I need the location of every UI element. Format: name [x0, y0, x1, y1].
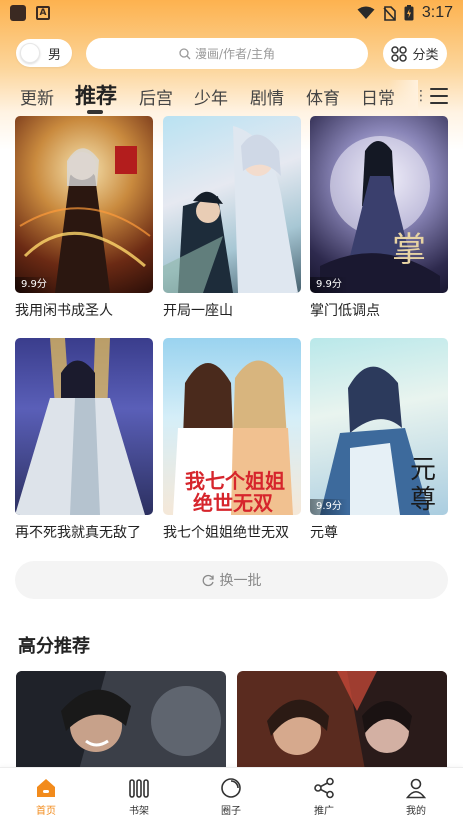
search-placeholder: 漫画/作者/主角 — [194, 47, 276, 61]
bookshelf-icon — [129, 779, 149, 798]
category-tabs: 更新 推荐 后宫 少年 剧情 体育 日常 ⋮ — [0, 80, 463, 116]
featured-comic-cover[interactable] — [237, 671, 447, 781]
comic-title: 再不死我就真无敌了 — [15, 525, 141, 541]
tab-sports[interactable]: 体育 — [306, 84, 340, 109]
header-row: 男 漫画/作者/主角 分类 — [0, 38, 463, 70]
search-input[interactable]: 漫画/作者/主角 — [86, 38, 368, 69]
comic-title: 我七个姐姐绝世无双 — [163, 525, 289, 541]
status-bar: A 3:17 — [0, 0, 463, 26]
no-sim-icon — [383, 5, 396, 21]
app-notification-icon — [10, 5, 26, 21]
score-badge: 9.9分 — [310, 277, 348, 293]
app-a-icon: A — [36, 6, 50, 20]
comic-card[interactable]: 再不死我就真无敌了 — [15, 338, 153, 542]
nav-home[interactable]: 首页 — [16, 777, 76, 817]
circle-icon — [221, 778, 241, 798]
cover-art-icon — [16, 671, 226, 781]
comic-cover — [163, 116, 301, 293]
nav-circle[interactable]: 圈子 — [201, 777, 261, 817]
comic-title: 元尊 — [310, 525, 338, 541]
active-tab-indicator — [87, 110, 103, 114]
comic-card[interactable]: 元 尊 9.9分 元尊 — [310, 338, 448, 542]
comic-cover — [15, 338, 153, 515]
refresh-batch-button[interactable]: 换一批 — [15, 561, 448, 599]
cover-art-icon — [163, 126, 298, 293]
score-badge: 9.9分 — [15, 277, 53, 293]
nav-label: 书架 — [129, 806, 149, 817]
comic-card[interactable]: 9.9分 我用闲书成圣人 — [15, 116, 153, 320]
refresh-icon — [202, 574, 214, 586]
svg-text:元: 元 — [410, 455, 436, 485]
category-label: 分类 — [412, 48, 439, 63]
comic-cover: 我七个姐姐 绝世无双 — [163, 338, 301, 515]
comic-card[interactable]: 开局一座山 — [163, 116, 301, 320]
bottom-navigation: 首页 书架 圈子 推广 我的 — [0, 767, 463, 824]
comic-card[interactable]: 我七个姐姐 绝世无双 我七个姐姐绝世无双 — [163, 338, 301, 542]
gender-toggle[interactable]: 男 — [16, 39, 72, 67]
svg-text:掌: 掌 — [392, 230, 426, 270]
nav-share[interactable]: 推广 — [294, 777, 354, 817]
battery-charging-icon — [404, 5, 414, 21]
comic-title: 我用闲书成圣人 — [15, 303, 113, 319]
toggle-knob — [20, 43, 40, 63]
nav-label: 我的 — [406, 806, 426, 817]
featured-comic-cover[interactable] — [16, 671, 226, 781]
nav-bookshelf[interactable]: 书架 — [109, 777, 169, 817]
cover-art-icon — [237, 671, 447, 781]
cover-art-icon — [15, 338, 145, 515]
category-button[interactable]: 分类 — [383, 38, 447, 69]
share-icon — [314, 777, 334, 799]
nav-label: 圈子 — [221, 806, 241, 817]
home-icon — [37, 779, 55, 797]
nav-profile[interactable]: 我的 — [386, 777, 446, 817]
comic-cover: 9.9分 — [15, 116, 153, 293]
status-time: 3:17 — [421, 4, 453, 21]
nav-label: 首页 — [36, 806, 56, 817]
refresh-label: 换一批 — [219, 573, 262, 589]
score-badge: 9.9分 — [310, 499, 348, 515]
cover-art-icon: 元 尊 — [320, 366, 436, 515]
wifi-icon — [357, 6, 375, 19]
comic-cover: 掌 9.9分 — [310, 116, 448, 293]
tab-shonen[interactable]: 少年 — [194, 84, 228, 109]
svg-text:尊: 尊 — [410, 485, 436, 515]
comic-cover: 元 尊 9.9分 — [310, 338, 448, 515]
cover-art-icon — [19, 146, 151, 293]
tab-recommend[interactable]: 推荐 — [75, 80, 117, 110]
gender-label: 男 — [48, 47, 62, 63]
profile-icon — [405, 778, 427, 799]
menu-icon[interactable] — [430, 88, 448, 109]
search-icon — [179, 47, 191, 59]
comic-title: 开局一座山 — [163, 303, 233, 319]
svg-text:我七个姐姐: 我七个姐姐 — [185, 469, 285, 493]
section-title: 高分推荐 — [18, 636, 90, 657]
tab-drama[interactable]: 剧情 — [250, 84, 284, 109]
nav-label: 推广 — [314, 806, 334, 817]
cover-art-icon: 我七个姐姐 绝世无双 — [173, 360, 293, 515]
tab-harem[interactable]: 后宫 — [139, 84, 173, 109]
more-tabs-indicator-icon: ⋮ — [414, 88, 428, 104]
comic-title: 掌门低调点 — [310, 303, 380, 319]
category-grid-icon — [391, 45, 408, 62]
comic-card[interactable]: 掌 9.9分 掌门低调点 — [310, 116, 448, 320]
cover-art-icon: 掌 — [320, 136, 440, 293]
svg-text:绝世无双: 绝世无双 — [193, 491, 273, 515]
tab-update[interactable]: 更新 — [20, 84, 54, 109]
